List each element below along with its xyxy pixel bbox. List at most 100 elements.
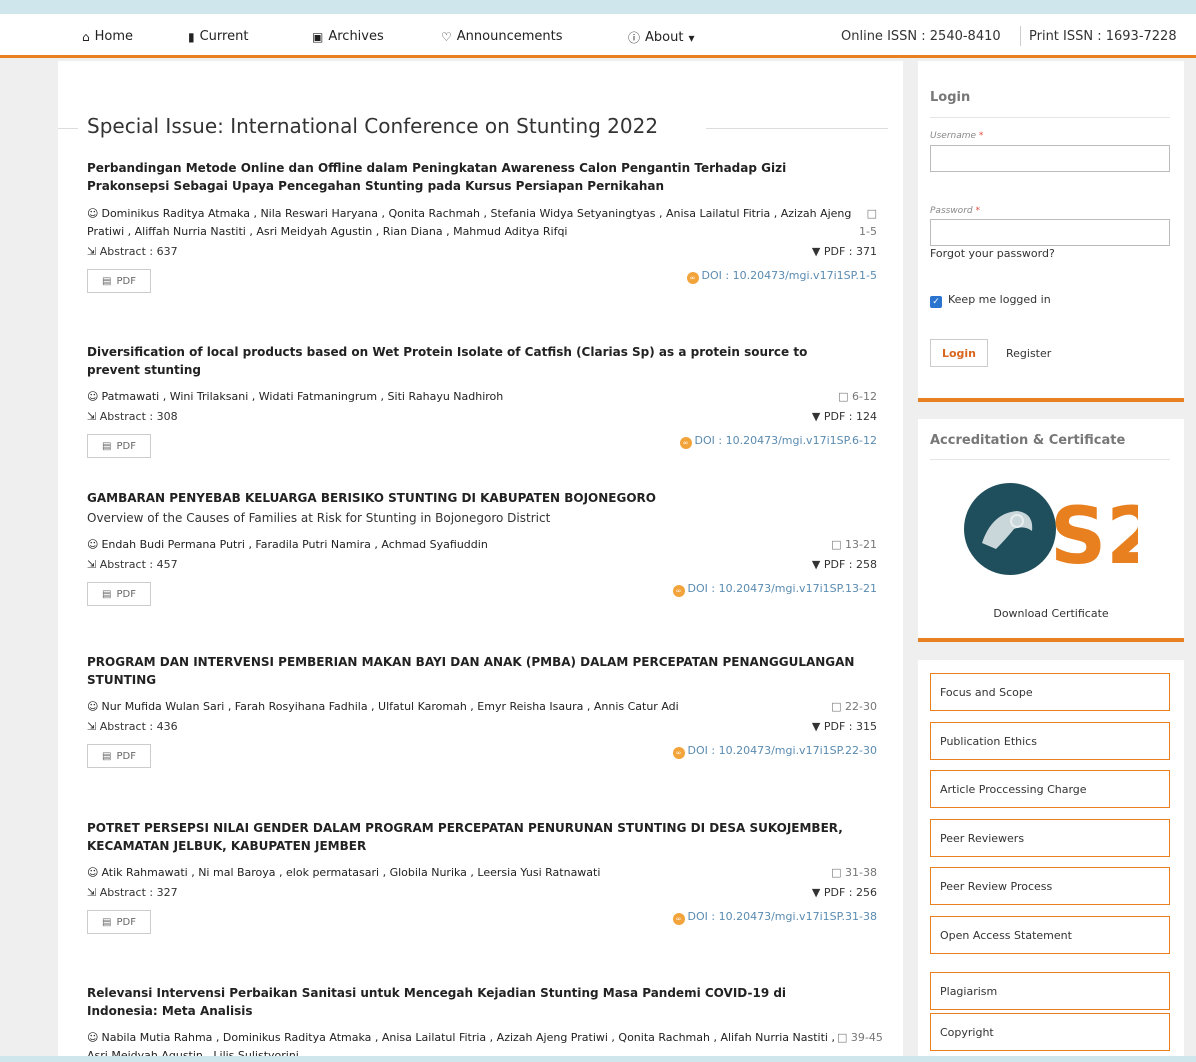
- article-title[interactable]: PROGRAM DAN INTERVENSI PEMBERIAN MAKAN B…: [87, 653, 857, 689]
- pages-text: 39-45: [850, 1031, 883, 1044]
- logo-text: S2: [1050, 492, 1138, 575]
- doi-icon: ∞: [672, 585, 685, 597]
- accreditation-title: Accreditation & Certificate: [930, 433, 1126, 448]
- doi-icon: ∞: [679, 437, 692, 449]
- username-input[interactable]: [930, 145, 1170, 172]
- doi-icon: ∞: [672, 913, 685, 925]
- sinta-logo-icon: S2: [964, 483, 1160, 582]
- pdf-count: ▼ PDF : 315: [812, 720, 877, 733]
- nav-current[interactable]: ▮ Current: [188, 29, 248, 44]
- menu-open-access[interactable]: Open Access Statement: [930, 916, 1170, 954]
- users-icon: ☺: [87, 207, 99, 220]
- pdf-icon: ▤: [102, 916, 112, 928]
- article-title[interactable]: POTRET PERSEPSI NILAI GENDER DALAM PROGR…: [87, 819, 857, 855]
- pdf-count-text: PDF : 256: [823, 886, 877, 899]
- doi-link[interactable]: ∞ DOI : 10.20473/mgi.v17i1SP.13-21: [672, 582, 877, 597]
- article-item: Perbandingan Metode Online dan Offline d…: [87, 159, 877, 299]
- chart-icon: ⇲: [87, 720, 97, 733]
- register-link[interactable]: Register: [1006, 347, 1051, 360]
- menu-publication-ethics[interactable]: Publication Ethics: [930, 722, 1170, 760]
- doi-link[interactable]: ∞ DOI : 10.20473/mgi.v17i1SP.6-12: [679, 434, 877, 449]
- abstract-count: ⇲ Abstract : 308: [87, 410, 178, 423]
- abstract-count: ⇲ Abstract : 457: [87, 558, 178, 571]
- pdf-button-label: PDF: [116, 588, 136, 600]
- article-authors: ☺ Atik Rahmawati , Ni mal Baroya , elok p…: [87, 864, 852, 882]
- pdf-button[interactable]: ▤ PDF: [87, 910, 151, 934]
- info-menu-block: Focus and Scope Publication Ethics Artic…: [918, 660, 1184, 1056]
- doi-icon: ∞: [686, 272, 699, 284]
- top-navbar: ⌂ Home ▮ Current ▣ Archives ♡ Announceme…: [0, 14, 1196, 58]
- pages-text: 22-30: [845, 700, 877, 713]
- article-title[interactable]: Relevansi Intervensi Perbaikan Sanitasi …: [87, 984, 857, 1020]
- issue-title: Special Issue: International Conference …: [87, 114, 659, 138]
- abstract-text: Abstract : 308: [99, 410, 178, 423]
- pdf-count: ▼ PDF : 124: [812, 410, 877, 423]
- top-strip: [0, 0, 1196, 14]
- doi-text: DOI : 10.20473/mgi.v17i1SP.13-21: [687, 582, 877, 595]
- nav-announcements-label: Announcements: [456, 29, 563, 44]
- abstract-count: ⇲ Abstract : 327: [87, 886, 178, 899]
- authors-text: Atik Rahmawati , Ni mal Baroya , elok pe…: [101, 866, 601, 879]
- login-divider: [930, 117, 1170, 118]
- users-icon: ☺: [87, 1031, 99, 1044]
- menu-peer-review-process[interactable]: Peer Review Process: [930, 867, 1170, 905]
- pdf-button[interactable]: ▤ PDF: [87, 434, 151, 458]
- nav-home[interactable]: ⌂ Home: [82, 29, 133, 44]
- pdf-button-label: PDF: [116, 916, 136, 928]
- pdf-button[interactable]: ▤ PDF: [87, 582, 151, 606]
- doi-link[interactable]: ∞ DOI : 10.20473/mgi.v17i1SP.22-30: [672, 744, 877, 759]
- doi-link[interactable]: ∞ DOI : 10.20473/mgi.v17i1SP.31-38: [672, 910, 877, 925]
- article-item: GAMBARAN PENYEBAB KELUARGA BERISIKO STUN…: [87, 489, 877, 612]
- abstract-text: Abstract : 436: [99, 720, 178, 733]
- menu-plagiarism[interactable]: Plagiarism: [930, 972, 1170, 1010]
- pdf-count-text: PDF : 371: [823, 245, 877, 258]
- online-issn: Online ISSN : 2540-8410: [841, 29, 1001, 44]
- menu-focus-scope[interactable]: Focus and Scope: [930, 673, 1170, 711]
- keep-logged-in[interactable]: ✓ Keep me logged in: [930, 293, 1051, 308]
- menu-peer-reviewers[interactable]: Peer Reviewers: [930, 819, 1170, 857]
- nav-announcements[interactable]: ♡ Announcements: [441, 29, 563, 44]
- article-authors: ☺ Dominikus Raditya Atmaka , Nila Reswari…: [87, 205, 852, 241]
- authors-text: Dominikus Raditya Atmaka , Nila Reswari …: [87, 207, 852, 238]
- menu-copyright[interactable]: Copyright: [930, 1013, 1170, 1051]
- page-icon: □: [831, 866, 842, 879]
- authors-text: Nur Mufida Wulan Sari , Farah Rosyihana …: [101, 700, 679, 713]
- book-icon: ▮: [188, 29, 195, 44]
- doi-link[interactable]: ∞ DOI : 10.20473/mgi.v17i1SP.1-5: [686, 269, 877, 284]
- username-label: Username *: [930, 131, 983, 141]
- issn-divider: [1020, 26, 1021, 46]
- pdf-icon: ▤: [102, 275, 112, 287]
- article-title[interactable]: Diversification of local products based …: [87, 343, 857, 379]
- menu-apc[interactable]: Article Proccessing Charge: [930, 770, 1170, 808]
- download-certificate-link[interactable]: Download Certificate: [918, 607, 1184, 620]
- sinta-logo[interactable]: S2: [962, 483, 1160, 582]
- download-icon: ▼: [811, 720, 821, 733]
- nav-archives[interactable]: ▣ Archives: [312, 29, 384, 44]
- accreditation-bottom-border: [918, 638, 1184, 642]
- doi-text: DOI : 10.20473/mgi.v17i1SP.31-38: [687, 910, 877, 923]
- check-icon[interactable]: ✓: [930, 296, 942, 308]
- pdf-count: ▼ PDF : 258: [812, 558, 877, 571]
- login-block: Login Username * Password * Forgot your …: [918, 61, 1184, 398]
- article-authors: ☺ Nur Mufida Wulan Sari , Farah Rosyihana…: [87, 698, 852, 716]
- users-icon: ☺: [87, 390, 99, 403]
- password-label: Password *: [930, 206, 980, 216]
- login-button[interactable]: Login: [930, 339, 988, 367]
- article-title[interactable]: GAMBARAN PENYEBAB KELUARGA BERISIKO STUN…: [87, 489, 857, 507]
- article-title[interactable]: Perbandingan Metode Online dan Offline d…: [87, 159, 857, 195]
- keep-logged-text: Keep me logged in: [948, 293, 1051, 306]
- page-icon: □: [837, 1031, 848, 1044]
- nav-about[interactable]: ⓘ About ▾: [628, 29, 694, 46]
- download-icon: ▼: [811, 245, 821, 258]
- article-subtitle: Overview of the Causes of Families at Ri…: [87, 511, 551, 525]
- forgot-password-link[interactable]: Forgot your password?: [930, 247, 1055, 260]
- pdf-count: ▼ PDF : 371: [812, 245, 877, 258]
- pdf-button[interactable]: ▤ PDF: [87, 269, 151, 293]
- users-icon: ☺: [87, 866, 99, 879]
- password-input[interactable]: [930, 219, 1170, 246]
- pdf-button[interactable]: ▤ PDF: [87, 744, 151, 768]
- chart-icon: ⇲: [87, 410, 97, 423]
- doi-text: DOI : 10.20473/mgi.v17i1SP.22-30: [687, 744, 877, 757]
- article-authors: ☺ Patmawati , Wini Trilaksani , Widati Fa…: [87, 388, 852, 406]
- issue-line-left: [58, 128, 78, 129]
